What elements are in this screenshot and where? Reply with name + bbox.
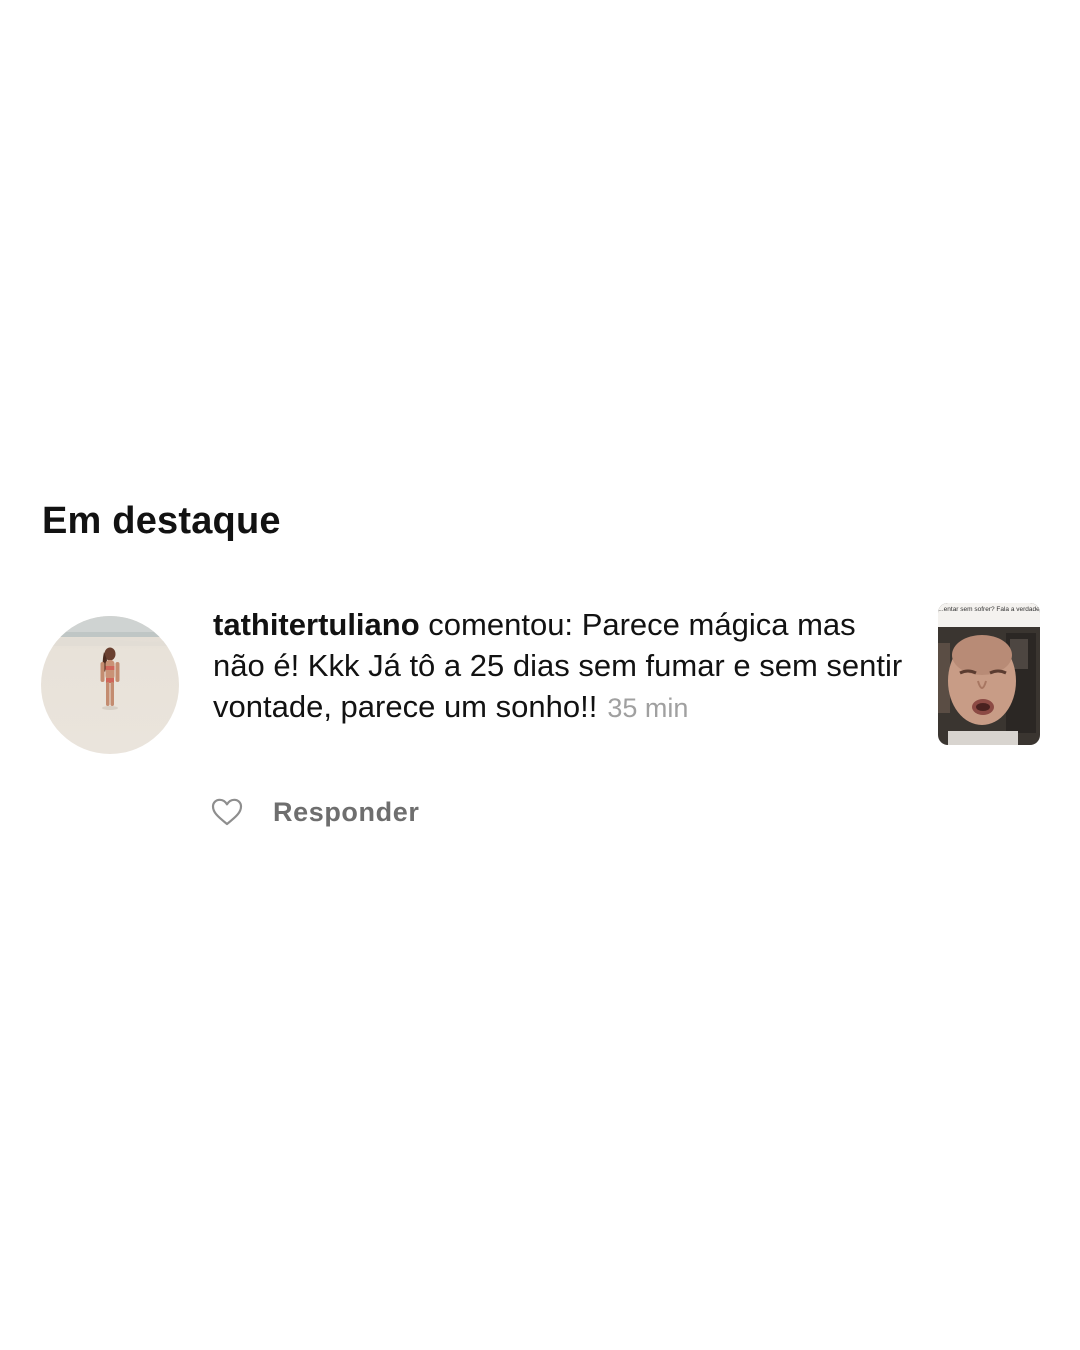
- like-button[interactable]: [210, 795, 244, 829]
- section-title: Em destaque: [42, 500, 281, 542]
- heart-outline-icon: [211, 798, 243, 826]
- reply-button[interactable]: Responder: [273, 797, 419, 828]
- commenter-avatar[interactable]: [41, 616, 179, 754]
- thumbnail-caption: ...entar sem sofrer? Fala a verdade: [938, 606, 1040, 613]
- comment-timestamp: 35 min: [607, 693, 689, 723]
- comment-username[interactable]: tathitertuliano: [213, 607, 420, 642]
- comment-text: tathitertuliano comentou: Parece mágica …: [213, 604, 903, 729]
- video-thumbnail-man-icon: [938, 603, 1040, 745]
- post-thumbnail[interactable]: ...entar sem sofrer? Fala a verdade: [938, 603, 1040, 745]
- comment-actions: Responder: [210, 792, 419, 832]
- comment-action: comentou:: [428, 607, 574, 642]
- avatar-beach-photo-icon: [41, 616, 179, 754]
